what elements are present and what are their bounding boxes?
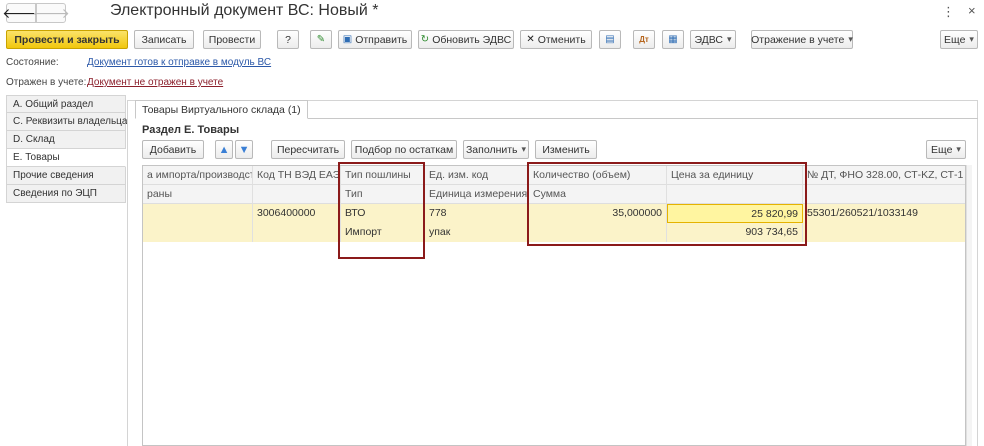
edit-button[interactable]: ✎ — [310, 30, 332, 49]
move-up-button[interactable]: ▲ — [215, 140, 233, 159]
state-label: Состояние: — [6, 57, 59, 68]
structure-button[interactable]: ▦ — [662, 30, 684, 49]
command-bar: Провести и закрыть Записать Провести ? ✎… — [0, 30, 984, 50]
title-bar: 🡐 🡒 Электронный документ ВС: Новый * ⋮ × — [0, 0, 984, 26]
column-header-empty-3 — [803, 185, 965, 204]
state-link[interactable]: Документ готов к отправке в модуль ВС — [87, 57, 271, 68]
arrow-down-icon: ▼ — [238, 143, 250, 156]
cell-dt-number[interactable]: 55301/260521/1033149 — [803, 204, 965, 223]
accounting-link[interactable]: Документ не отражен в учете — [87, 77, 223, 88]
edvs-menu-button[interactable]: ЭДВС — [690, 30, 736, 49]
column-header-empty-1 — [253, 185, 341, 204]
table-scrollbar[interactable] — [966, 165, 972, 446]
cell-import-country[interactable] — [143, 204, 253, 223]
goods-table: а импорта/производст... Код ТН ВЭД ЕАЭС … — [142, 165, 966, 446]
fill-menu-button[interactable]: Заполнить — [463, 140, 529, 159]
update-edvs-button[interactable]: ↻ Обновить ЭДВС — [418, 30, 514, 49]
change-button[interactable]: Изменить — [535, 140, 597, 159]
forward-button[interactable]: 🡒 — [32, 3, 70, 23]
sidebar-item-general[interactable]: A. Общий раздел — [6, 95, 126, 113]
help-button[interactable]: ? — [277, 30, 299, 49]
refresh-icon: ↻ — [420, 34, 430, 45]
window-title: Электронный документ ВС: Новый * — [110, 2, 379, 19]
structure-icon: ▦ — [668, 34, 678, 45]
dt-kt-icon: Дт — [639, 35, 649, 44]
cell-type[interactable]: Импорт — [341, 223, 425, 242]
column-header-type[interactable]: Тип — [341, 185, 425, 204]
column-header-amount[interactable]: Сумма — [529, 185, 667, 204]
cell-empty-3 — [803, 223, 965, 242]
post-and-close-button[interactable]: Провести и закрыть — [6, 30, 128, 49]
cell-empty-1 — [253, 223, 341, 242]
print-icon: ▤ — [605, 34, 615, 45]
select-by-balance-button[interactable]: Подбор по остаткам — [351, 140, 457, 159]
sidebar-item-eds-info[interactable]: Сведения по ЭЦП — [6, 185, 126, 203]
column-header-import-country[interactable]: а импорта/производст... — [143, 166, 253, 185]
move-down-button[interactable]: ▼ — [235, 140, 253, 159]
section-title: Раздел E. Товары — [142, 124, 240, 136]
pencil-icon: ✎ — [316, 34, 326, 45]
cell-unit-price[interactable]: 25 820,99 — [667, 204, 803, 223]
column-header-empty-2 — [667, 185, 803, 204]
recalculate-button[interactable]: Пересчитать — [271, 140, 345, 159]
send-button[interactable]: ▣ Отправить — [338, 30, 412, 49]
post-button[interactable]: Провести — [203, 30, 261, 49]
column-header-quantity[interactable]: Количество (объем) — [529, 166, 667, 185]
column-header-duty-type[interactable]: Тип пошлины — [341, 166, 425, 185]
update-edvs-label: Обновить ЭДВС — [432, 33, 512, 46]
cell-country[interactable] — [143, 223, 253, 242]
tab-virtual-warehouse-goods[interactable]: Товары Виртуального склада (1) — [135, 100, 308, 119]
column-header-country[interactable]: раны — [143, 185, 253, 204]
add-button[interactable]: Добавить — [142, 140, 204, 159]
send-icon: ▣ — [342, 34, 353, 45]
send-label: Отправить — [355, 33, 408, 46]
arrow-up-icon: ▲ — [218, 143, 230, 156]
column-header-unit-price[interactable]: Цена за единицу — [667, 166, 803, 185]
arrow-right-icon: 🡒 — [32, 4, 70, 21]
cell-quantity[interactable]: 35,000000 — [529, 204, 667, 223]
column-header-tnved-code[interactable]: Код ТН ВЭД ЕАЭС — [253, 166, 341, 185]
cell-unit-code[interactable]: 778 — [425, 204, 529, 223]
close-icon[interactable]: × — [968, 3, 976, 18]
section-more-button[interactable]: Еще — [926, 140, 966, 159]
more-button[interactable]: Еще — [940, 30, 978, 49]
cell-tnved-code[interactable]: 3006400000 — [253, 204, 341, 223]
accounting-label: Отражен в учете: — [6, 77, 87, 88]
cell-unit-name[interactable]: упак — [425, 223, 529, 242]
sidebar-item-warehouse[interactable]: D. Склад — [6, 131, 126, 149]
sidebar-item-goods[interactable]: E. Товары — [6, 149, 126, 167]
cell-amount[interactable] — [529, 223, 667, 242]
cross-icon: ✕ — [526, 34, 535, 45]
dt-kt-button[interactable]: Дт — [633, 30, 655, 49]
cell-duty-type[interactable]: ВТО — [341, 204, 425, 223]
column-header-dt-number[interactable]: № ДТ, ФНО 328.00, СТ-KZ, СТ-1 — [803, 166, 965, 185]
print-button[interactable]: ▤ — [599, 30, 621, 49]
cancel-button[interactable]: ✕ Отменить — [520, 30, 592, 49]
cell-total[interactable]: 903 734,65 — [667, 223, 803, 242]
column-header-unit-name[interactable]: Единица измерения — [425, 185, 529, 204]
accounting-menu-button[interactable]: Отражение в учете — [751, 30, 853, 49]
save-button[interactable]: Записать — [134, 30, 194, 49]
sidebar-item-owner-details[interactable]: C. Реквизиты владельца — [6, 113, 127, 131]
cancel-label: Отменить — [537, 33, 586, 46]
section-nav: A. Общий раздел C. Реквизиты владельца D… — [6, 95, 127, 203]
sidebar-item-other-info[interactable]: Прочие сведения — [6, 167, 126, 185]
column-header-unit-code[interactable]: Ед. изм. код — [425, 166, 529, 185]
more-vertical-icon[interactable]: ⋮ — [942, 4, 955, 20]
